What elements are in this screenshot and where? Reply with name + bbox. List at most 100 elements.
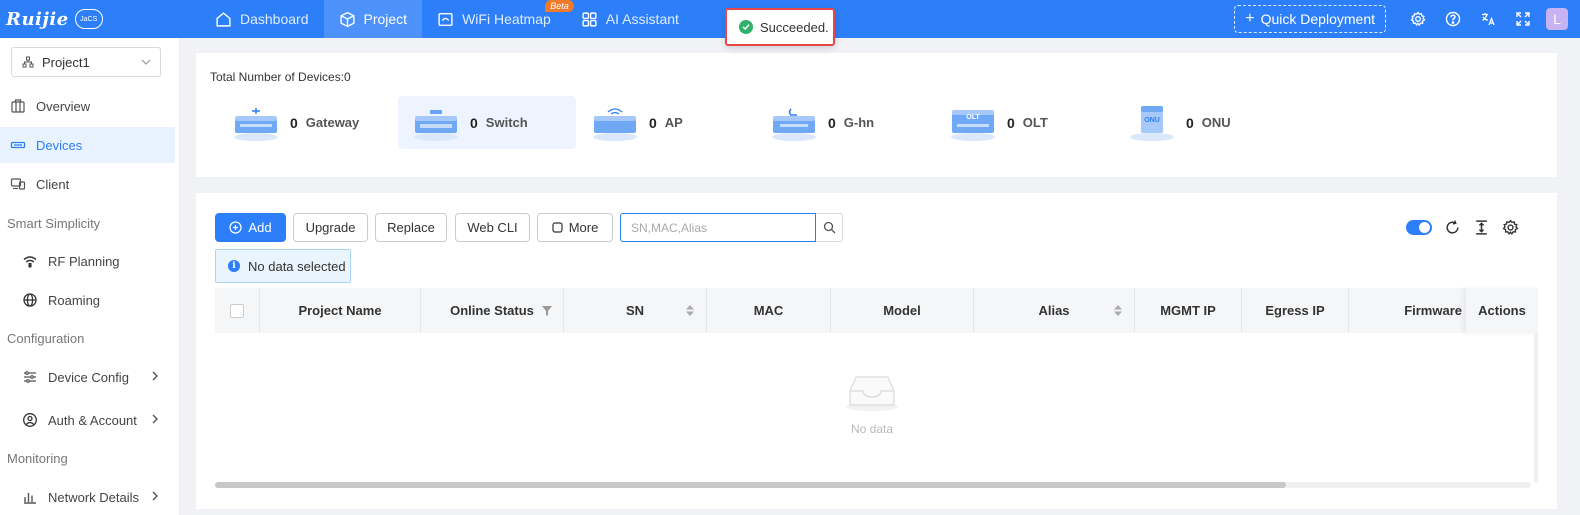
logo-text: Ruijie: [6, 8, 69, 30]
settings-icon[interactable]: [1400, 0, 1435, 38]
device-table-card: Add Upgrade Replace Web CLI More SN,MAC,…: [196, 193, 1557, 509]
toast-message: Succeeded.: [760, 19, 829, 35]
sidebar-item-devices[interactable]: Devices: [0, 127, 175, 163]
nav-dashboard[interactable]: Dashboard: [200, 0, 324, 38]
ghn-count: 0: [828, 114, 836, 131]
table-header: Project Name Online Status SN MAC Model …: [215, 288, 1538, 333]
success-toast: Succeeded.: [725, 8, 835, 46]
ap-label: AP: [664, 115, 683, 130]
col-online-status[interactable]: Online Status: [421, 288, 564, 333]
col-egress-ip: Egress IP: [1242, 288, 1349, 333]
user-icon: [23, 413, 37, 427]
sidebar-group-configuration: Configuration: [7, 331, 85, 346]
fullscreen-icon[interactable]: [1505, 0, 1540, 38]
search-button[interactable]: [816, 213, 843, 242]
col-alias[interactable]: Alias: [974, 288, 1135, 333]
nav-ai-assistant[interactable]: AI Assistant: [566, 0, 694, 38]
device-type-ap[interactable]: 0 AP: [577, 96, 755, 149]
switch-count: 0: [470, 114, 478, 131]
sidebar-item-roaming[interactable]: Roaming: [0, 282, 175, 318]
table-tools: [1406, 219, 1519, 236]
select-all-checkbox[interactable]: [230, 303, 244, 318]
sidebar: Project1 Overview Devices Client Smart S…: [0, 38, 180, 515]
device-type-switch[interactable]: 0 Switch: [398, 96, 576, 149]
plus-icon: +: [1245, 10, 1255, 27]
onu-count: 0: [1186, 114, 1194, 131]
olt-count: 0: [1007, 114, 1015, 131]
search-icon: [823, 221, 835, 234]
grid-icon: [582, 11, 597, 27]
project-select[interactable]: Project1: [11, 47, 161, 77]
select-all-cell: [215, 288, 260, 333]
sort-icon[interactable]: [1112, 304, 1124, 317]
onu-device-icon: ONU: [1128, 103, 1176, 143]
main-nav: Dashboard Project WiFi Heatmap Beta AI A…: [200, 0, 694, 38]
chevron-right-icon: [152, 371, 158, 381]
sidebar-item-overview[interactable]: Overview: [0, 88, 175, 124]
cloud-icon: JaCS: [74, 9, 103, 29]
column-height-icon[interactable]: [1473, 219, 1490, 236]
brand-logo[interactable]: Ruijie JaCS: [0, 0, 200, 38]
refresh-icon[interactable]: [1444, 219, 1461, 236]
web-cli-button[interactable]: Web CLI: [455, 213, 530, 242]
svg-text:ONU: ONU: [1144, 117, 1160, 124]
cube-icon: [339, 11, 355, 27]
gateway-count: 0: [290, 114, 298, 131]
onu-label: ONU: [1201, 115, 1231, 130]
sliders-icon: [24, 371, 36, 383]
sidebar-group-smart-simplicity: Smart Simplicity: [7, 216, 101, 231]
chevron-right-icon: [152, 491, 158, 501]
sidebar-item-device-config[interactable]: Device Config: [0, 359, 175, 395]
scrollbar-thumb[interactable]: [215, 482, 1286, 488]
col-project-name: Project Name: [260, 288, 421, 333]
device-type-gateway[interactable]: 0 Gateway: [218, 96, 396, 149]
search-input[interactable]: SN,MAC,Alias: [620, 213, 816, 242]
wifi-icon: [23, 256, 37, 268]
table-settings-icon[interactable]: [1502, 219, 1519, 236]
sort-icon[interactable]: [684, 304, 696, 317]
home-icon: [216, 11, 231, 27]
col-model: Model: [831, 288, 974, 333]
switch-label: Switch: [485, 115, 528, 130]
nav-wifi-heatmap[interactable]: WiFi Heatmap Beta: [422, 0, 574, 38]
sidebar-item-client[interactable]: Client: [0, 166, 175, 202]
upgrade-button[interactable]: Upgrade: [293, 213, 368, 242]
sidebar-group-monitoring: Monitoring: [7, 451, 68, 466]
quick-deployment-button[interactable]: + Quick Deployment: [1234, 5, 1386, 33]
map-icon: [438, 12, 453, 26]
sidebar-item-network-details[interactable]: Network Details: [0, 479, 175, 515]
sidebar-item-auth-account[interactable]: Auth & Account: [0, 402, 175, 438]
help-icon[interactable]: [1435, 0, 1470, 38]
user-avatar[interactable]: L: [1546, 8, 1568, 30]
switch-device-icon: [412, 103, 460, 143]
devices-icon: [10, 141, 26, 149]
device-type-olt[interactable]: OLT 0 OLT: [935, 96, 1113, 149]
ghn-label: G-hn: [843, 115, 875, 130]
project-select-value: Project1: [42, 54, 90, 70]
empty-inbox-icon: [846, 376, 898, 411]
plus-circle-icon: [229, 221, 243, 234]
more-button[interactable]: More: [537, 213, 613, 242]
col-sn[interactable]: SN: [564, 288, 707, 333]
sidebar-item-rf-planning[interactable]: RF Planning: [0, 243, 175, 279]
horizontal-scrollbar[interactable]: [215, 482, 1531, 488]
gateway-label: Gateway: [305, 115, 360, 130]
nav-project[interactable]: Project: [323, 0, 423, 38]
auto-refresh-toggle[interactable]: [1406, 220, 1432, 235]
info-icon: i: [228, 260, 240, 272]
col-mac: MAC: [707, 288, 831, 333]
col-firmware: Firmware: [1404, 303, 1462, 318]
top-right-tools: + Quick Deployment L: [1234, 0, 1580, 38]
ap-count: 0: [649, 114, 657, 131]
filter-icon[interactable]: [541, 304, 553, 317]
client-icon: [10, 178, 26, 190]
language-icon[interactable]: [1470, 0, 1505, 38]
device-type-ghn[interactable]: 0 G-hn: [756, 96, 934, 149]
add-button[interactable]: Add: [215, 213, 286, 242]
col-mgmt-ip: MGMT IP: [1135, 288, 1242, 333]
replace-button[interactable]: Replace: [375, 213, 447, 242]
device-summary-card: Total Number of Devices:0 0 Gateway 0 Sw…: [196, 53, 1557, 177]
device-type-onu[interactable]: ONU 0 ONU: [1114, 96, 1292, 149]
overview-icon: [11, 99, 25, 113]
chevron-right-icon: [152, 414, 158, 424]
